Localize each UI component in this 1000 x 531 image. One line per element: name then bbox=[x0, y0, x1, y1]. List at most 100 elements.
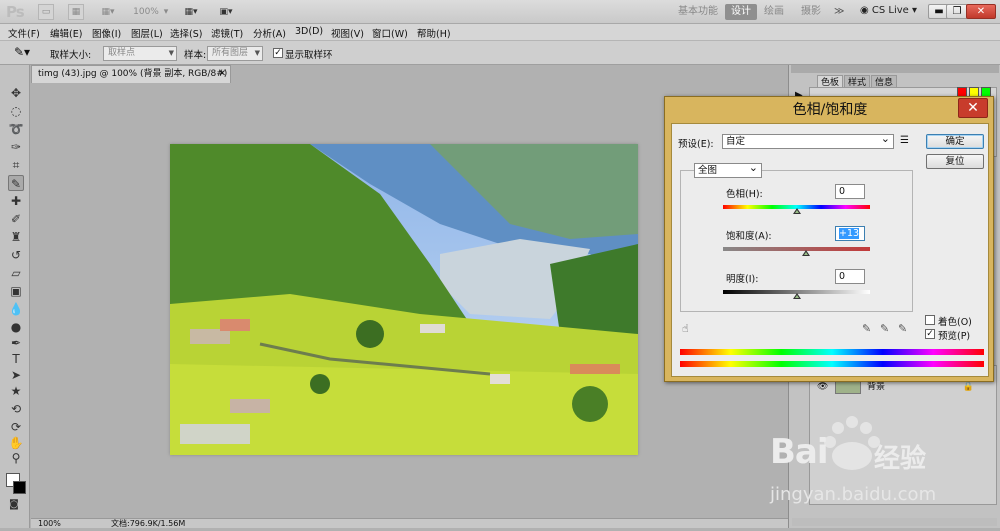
lasso-tool-icon[interactable]: ➰ bbox=[8, 121, 24, 137]
cs-live-menu[interactable]: ◉ CS Live ▾ bbox=[860, 5, 917, 16]
show-sampling-ring-checkbox[interactable]: ✓ bbox=[273, 48, 283, 58]
type-tool-icon[interactable]: T bbox=[8, 351, 24, 367]
saturation-label: 饱和度(A): bbox=[726, 231, 772, 242]
landscape-photo bbox=[170, 144, 638, 455]
tools-panel: ✥ ◌ ➰ ✑ ⌗ ✎ ✚ ✐ ♜ ↺ ▱ ▣ 💧 ● ✒ T ➤ ★ ⟲ ⟳ … bbox=[0, 65, 30, 528]
background-color-swatch[interactable] bbox=[13, 481, 26, 494]
saturation-slider-track[interactable] bbox=[723, 247, 870, 251]
zoom-readout[interactable]: 100% bbox=[38, 519, 61, 528]
mini-bridge-icon[interactable]: ▦ bbox=[68, 4, 84, 20]
dodge-tool-icon[interactable]: ● bbox=[8, 319, 24, 335]
show-sampling-ring-label: 显示取样环 bbox=[285, 50, 333, 61]
screen-mode-icon[interactable]: ▣▾ bbox=[213, 4, 239, 20]
preview-checkbox[interactable]: ✓ bbox=[925, 329, 935, 339]
saturation-input[interactable]: +13 bbox=[835, 226, 865, 241]
menu-help[interactable]: 帮助(H) bbox=[417, 26, 451, 40]
sample-label: 样本: bbox=[184, 50, 207, 61]
targeted-adjustment-icon[interactable]: ☝ bbox=[682, 322, 689, 335]
menu-select[interactable]: 选择(S) bbox=[170, 26, 202, 40]
marquee-tool-icon[interactable]: ◌ bbox=[8, 103, 24, 119]
history-brush-tool-icon[interactable]: ↺ bbox=[8, 247, 24, 263]
application-bar: Ps ▭ ▦ ▦▾ 100% ▾ ▦▾ ▣▾ 基本功能 设计 绘画 摄影 ≫ ◉… bbox=[0, 0, 1000, 24]
more-workspaces-icon[interactable]: ≫ bbox=[828, 4, 850, 20]
hue-label: 色相(H): bbox=[726, 189, 763, 200]
menu-3d[interactable]: 3D(D) bbox=[295, 26, 323, 37]
channel-select[interactable]: 全图 bbox=[694, 161, 762, 178]
document-image[interactable] bbox=[170, 144, 638, 455]
3d-rotate-tool-icon[interactable]: ⟲ bbox=[8, 401, 24, 417]
menu-view[interactable]: 视图(V) bbox=[331, 26, 364, 40]
sample-size-label: 取样大小: bbox=[50, 50, 92, 61]
workspace-photography[interactable]: 摄影 bbox=[795, 4, 827, 20]
hue-saturation-dialog: 色相/饱和度 ✕ 预设(E): 自定 ☰ 确定 复位 全图 色相(H): 0 饱… bbox=[664, 96, 994, 382]
clone-stamp-tool-icon[interactable]: ♜ bbox=[8, 229, 24, 245]
watermark-brand: Bai bbox=[770, 432, 829, 472]
workspace-design[interactable]: 设计 bbox=[725, 4, 757, 20]
gradient-tool-icon[interactable]: ▣ bbox=[8, 283, 24, 299]
bridge-icon[interactable]: ▭ bbox=[38, 4, 54, 20]
document-tab[interactable]: timg (43).jpg @ 100% (背景 副本, RGB/8#) * ✕ bbox=[31, 65, 231, 95]
menu-window[interactable]: 窗口(W) bbox=[372, 26, 408, 40]
path-selection-tool-icon[interactable]: ➤ bbox=[8, 367, 24, 383]
preset-options-icon[interactable]: ☰ bbox=[900, 135, 909, 146]
dialog-close-button[interactable]: ✕ bbox=[958, 98, 988, 118]
eyedropper-minus-icon[interactable]: ✎ bbox=[898, 322, 907, 335]
brush-tool-icon[interactable]: ✐ bbox=[8, 211, 24, 227]
arrange-documents-icon[interactable]: ▦▾ bbox=[178, 4, 204, 20]
zoom-tool-icon[interactable]: ⚲ bbox=[8, 450, 24, 466]
colorize-checkbox[interactable] bbox=[925, 315, 935, 325]
menu-layer[interactable]: 图层(L) bbox=[131, 26, 163, 40]
lightness-slider-thumb[interactable] bbox=[792, 293, 801, 299]
quick-mask-icon[interactable]: ◙ bbox=[6, 497, 22, 513]
menu-bar: 文件(F) 编辑(E) 图像(I) 图层(L) 选择(S) 滤镜(T) 分析(A… bbox=[0, 24, 1000, 41]
workspace-essentials[interactable]: 基本功能 bbox=[672, 4, 724, 20]
quick-selection-tool-icon[interactable]: ✑ bbox=[8, 139, 24, 155]
sample-layers-select[interactable]: 所有图层 bbox=[207, 46, 263, 61]
shape-tool-icon[interactable]: ★ bbox=[8, 383, 24, 399]
colorize-label: 着色(O) bbox=[938, 317, 972, 328]
menu-edit[interactable]: 编辑(E) bbox=[50, 26, 82, 40]
move-tool-icon[interactable]: ✥ bbox=[8, 85, 24, 101]
dialog-title: 色相/饱和度 bbox=[792, 102, 868, 118]
close-document-icon[interactable]: ✕ bbox=[218, 66, 226, 82]
eyedropper-plus-icon[interactable]: ✎ bbox=[880, 322, 889, 335]
healing-brush-tool-icon[interactable]: ✚ bbox=[8, 193, 24, 209]
menu-image[interactable]: 图像(I) bbox=[92, 26, 121, 40]
hand-tool-icon[interactable]: ✋ bbox=[8, 435, 24, 451]
sample-size-select[interactable]: 取样点 bbox=[103, 46, 177, 61]
eyedropper-tool-preset-icon[interactable]: ✎▾ bbox=[14, 45, 30, 59]
extras-menu-icon[interactable]: ▦▾ bbox=[95, 4, 121, 20]
ok-button[interactable]: 确定 bbox=[926, 134, 984, 149]
preview-label: 预览(P) bbox=[938, 331, 971, 342]
lightness-input[interactable]: 0 bbox=[835, 269, 865, 284]
hue-input[interactable]: 0 bbox=[835, 184, 865, 199]
3d-orbit-tool-icon[interactable]: ⟳ bbox=[8, 419, 24, 435]
saturation-slider-thumb[interactable] bbox=[802, 250, 811, 256]
preset-label: 预设(E): bbox=[678, 139, 714, 150]
saturation-value: +13 bbox=[839, 228, 860, 239]
menu-filter[interactable]: 滤镜(T) bbox=[211, 26, 243, 40]
eyedropper-icon[interactable]: ✎ bbox=[862, 322, 871, 335]
eraser-tool-icon[interactable]: ▱ bbox=[8, 265, 24, 281]
eyedropper-tool-icon[interactable]: ✎ bbox=[8, 175, 24, 191]
restore-button[interactable]: ❐ bbox=[946, 4, 968, 19]
zoom-level-select[interactable]: 100% bbox=[132, 4, 160, 20]
pen-tool-icon[interactable]: ✒ bbox=[8, 335, 24, 351]
menu-file[interactable]: 文件(F) bbox=[8, 26, 40, 40]
watermark-brand-cn: 经验 bbox=[874, 444, 927, 474]
menu-analysis[interactable]: 分析(A) bbox=[253, 26, 286, 40]
hue-slider-thumb[interactable] bbox=[792, 208, 801, 214]
layer-thumbnail bbox=[835, 380, 861, 394]
output-color-bar bbox=[680, 361, 984, 367]
workspace-painting[interactable]: 绘画 bbox=[758, 4, 790, 20]
status-bar: 100% 文档:796.9K/1.56M bbox=[31, 518, 788, 528]
crop-tool-icon[interactable]: ⌗ bbox=[8, 157, 24, 173]
preset-select[interactable]: 自定 bbox=[722, 132, 894, 149]
cs-live-label: CS Live bbox=[871, 5, 909, 16]
dialog-body: 预设(E): 自定 ☰ 确定 复位 全图 色相(H): 0 饱和度(A): +1… bbox=[671, 123, 989, 377]
panel-header bbox=[791, 65, 999, 73]
reset-button[interactable]: 复位 bbox=[926, 154, 984, 169]
lightness-label: 明度(I): bbox=[726, 274, 759, 285]
close-button[interactable]: ✕ bbox=[966, 4, 996, 19]
blur-tool-icon[interactable]: 💧 bbox=[8, 301, 24, 317]
